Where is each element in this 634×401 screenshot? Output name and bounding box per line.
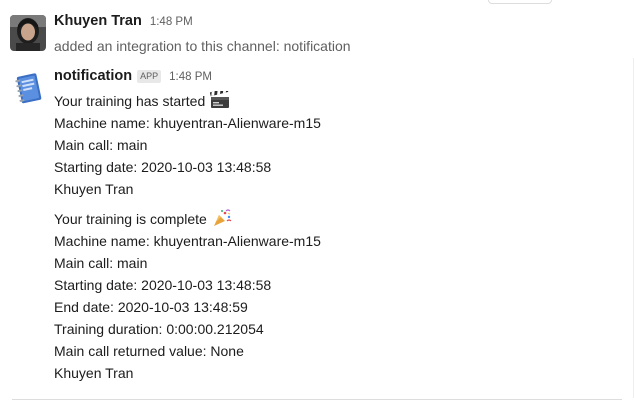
block-line: End date: 2020-10-03 13:48:59: [54, 299, 248, 315]
system-message-text: added an integration to this channel: no…: [54, 38, 351, 54]
notification-block-complete: Your training is complete Machine name: …: [54, 208, 628, 384]
block-title: Your training is complete: [54, 208, 628, 230]
clapper-board-icon: [210, 88, 230, 109]
message-header: Khuyen Tran 1:48 PM: [54, 13, 628, 35]
message-item[interactable]: Khuyen Tran 1:48 PM added an integration…: [0, 0, 634, 58]
block-line: Machine name: khuyentran-Alienware-m15: [54, 233, 321, 249]
notification-block-started: Your training has started Machine name: …: [54, 88, 628, 200]
sender-name[interactable]: Khuyen Tran: [54, 13, 142, 29]
block-line: Khuyen Tran: [54, 181, 134, 197]
app-avatar[interactable]: [10, 70, 46, 106]
block-line: Starting date: 2020-10-03 13:48:58: [54, 277, 272, 293]
block-line: Starting date: 2020-10-03 13:48:58: [54, 159, 272, 175]
notebook-icon: [10, 70, 46, 106]
block-line: Khuyen Tran: [54, 365, 134, 381]
message-timestamp[interactable]: 1:48 PM: [169, 71, 212, 83]
block-line: Machine name: khuyentran-Alienware-m15: [54, 115, 321, 131]
message-content: Khuyen Tran 1:48 PM added an integration…: [54, 13, 628, 57]
party-popper-icon: [212, 209, 232, 227]
block-line: Main call: main: [54, 137, 148, 153]
app-badge: APP: [137, 70, 162, 83]
message-item[interactable]: notification APP 1:48 PM Your training h…: [0, 58, 634, 398]
message-content: notification APP 1:48 PM Your training h…: [54, 68, 628, 384]
block-line: Main call returned value: None: [54, 343, 244, 359]
sender-name[interactable]: notification: [54, 68, 132, 84]
avatar[interactable]: [10, 15, 46, 51]
message-timestamp[interactable]: 1:48 PM: [150, 16, 193, 28]
block-line: Training duration: 0:00:00.212054: [54, 321, 264, 337]
divider: [12, 399, 622, 400]
message-header: notification APP 1:48 PM: [54, 68, 628, 90]
block-line: Main call: main: [54, 255, 148, 271]
block-title: Your training has started: [54, 88, 628, 112]
